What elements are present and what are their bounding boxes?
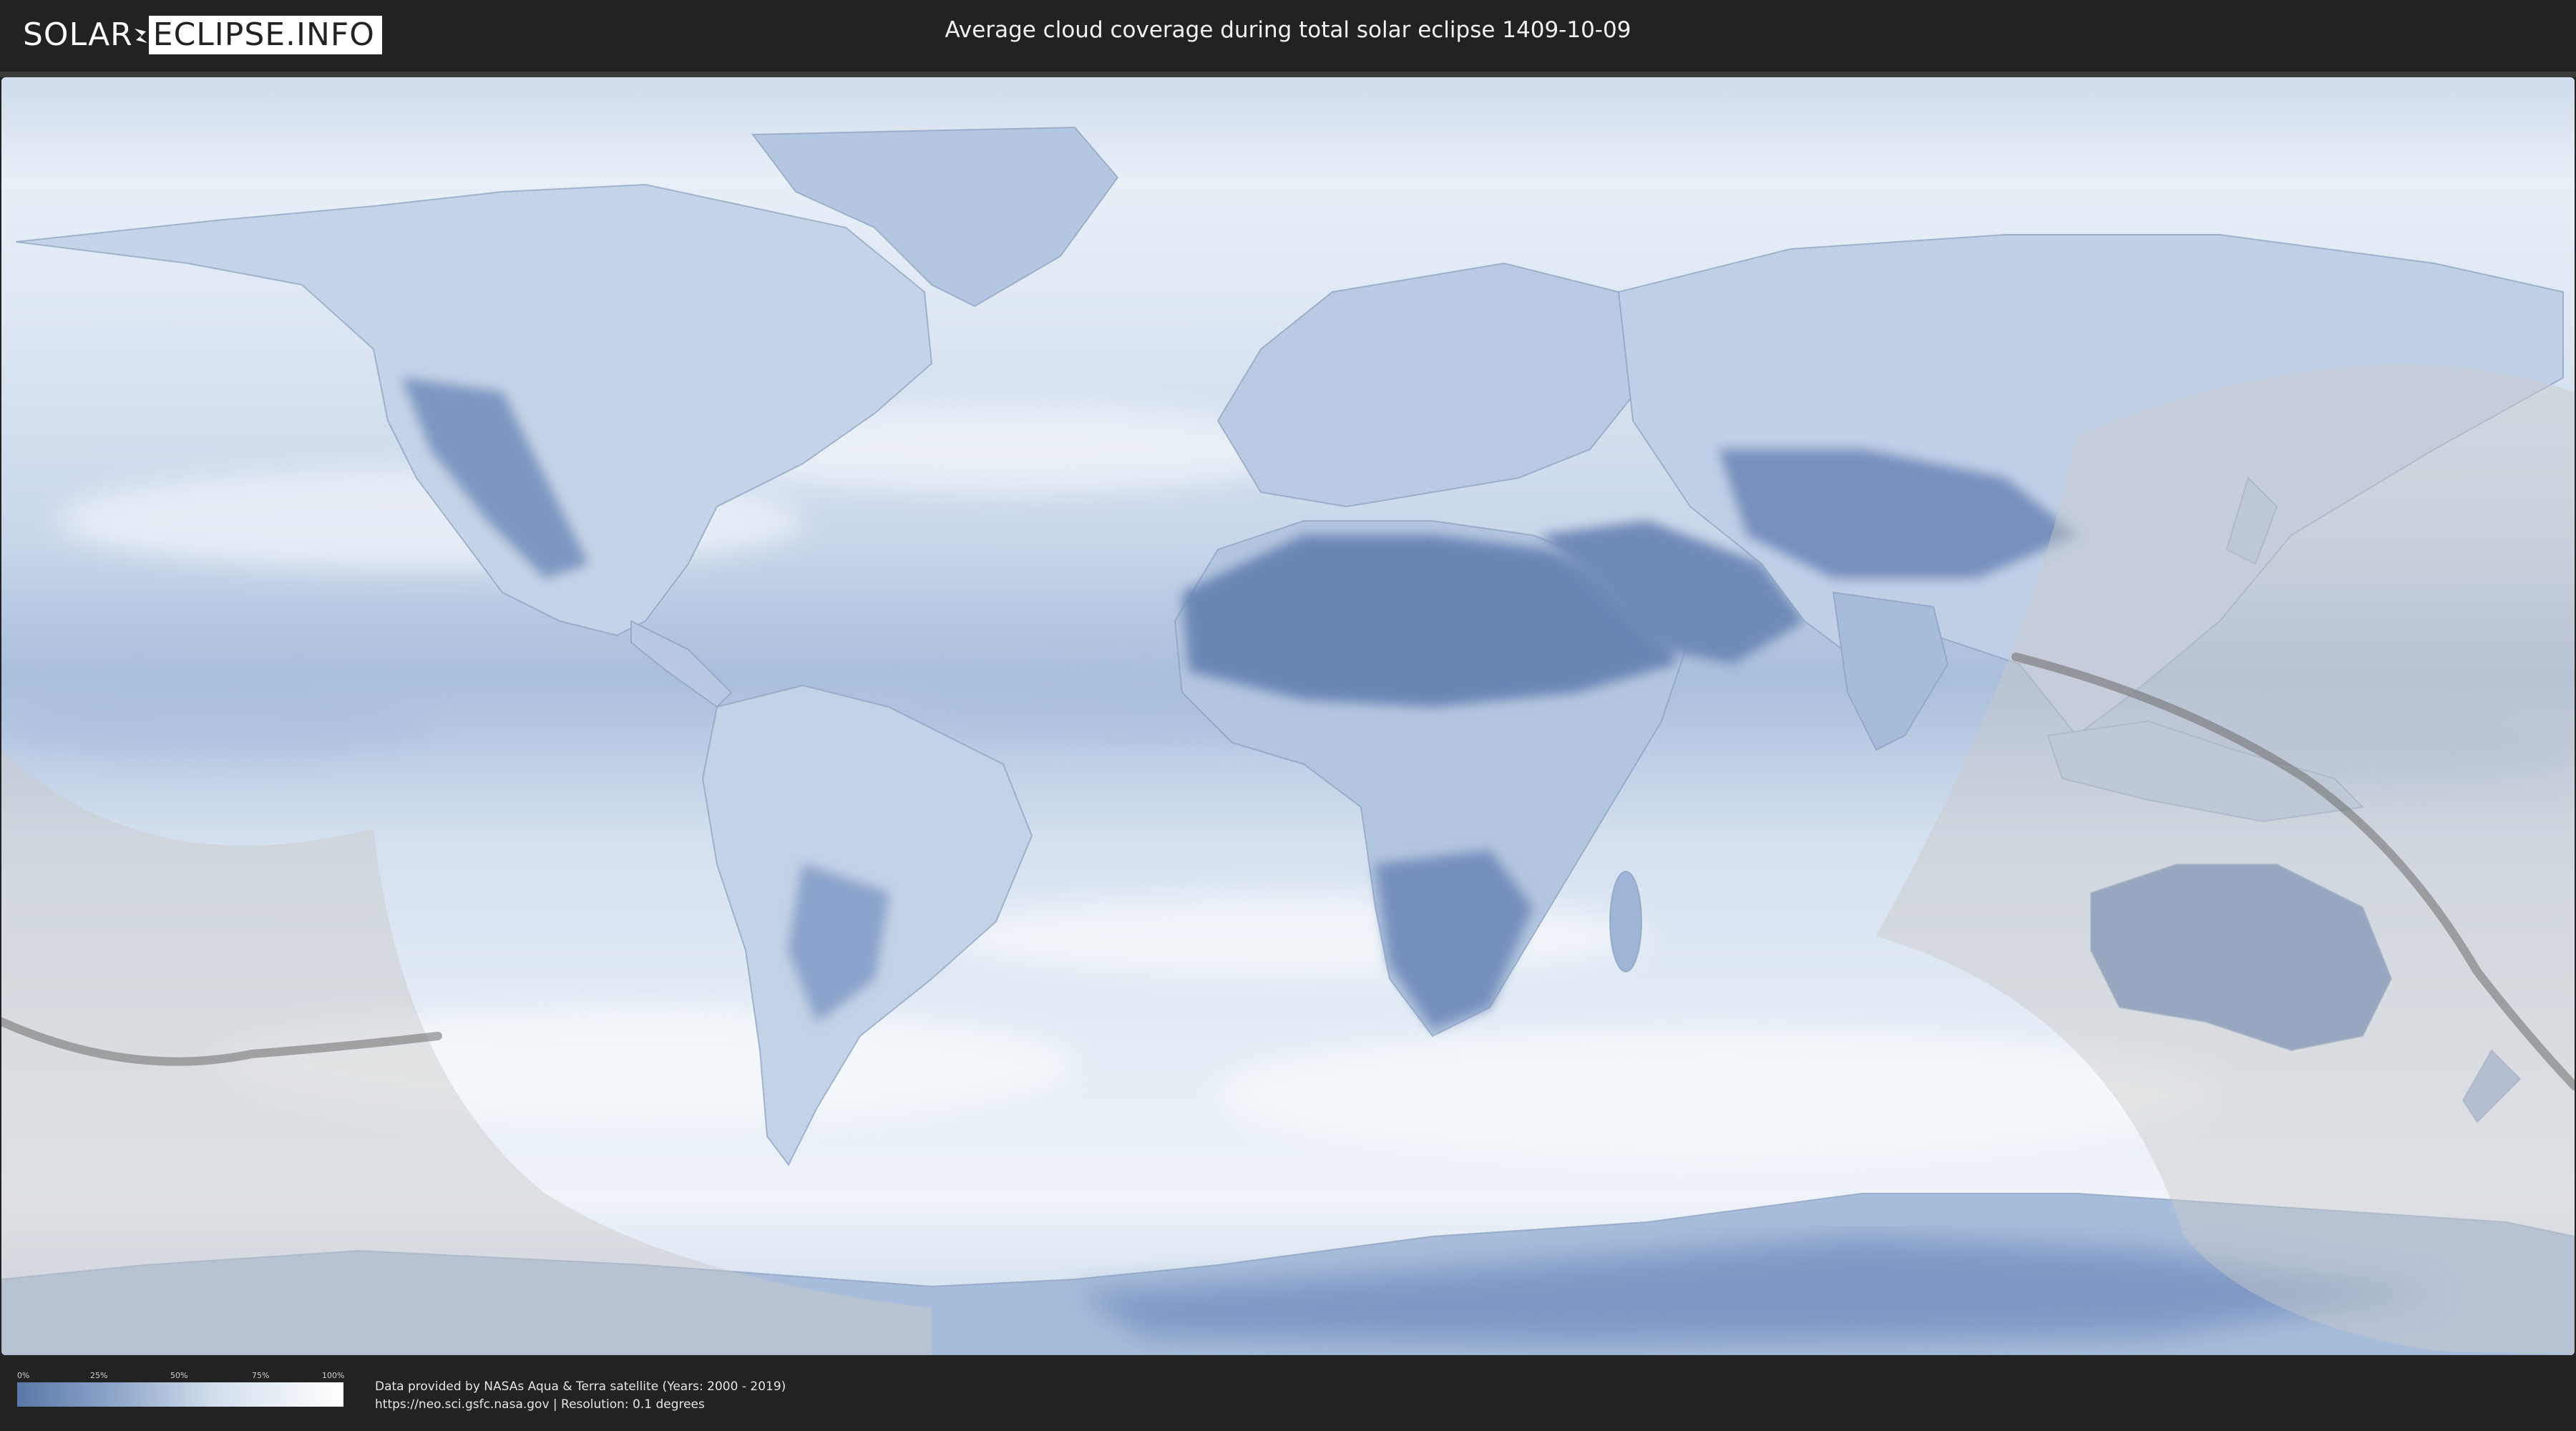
page-title: Average cloud coverage during total sola… xyxy=(945,17,1631,43)
legend-tick-50: 50% xyxy=(170,1371,188,1380)
cloud-coverage-map[interactable] xyxy=(1,77,2575,1355)
credits-link[interactable]: https://neo.sci.gsfc.nasa.gov | Resoluti… xyxy=(375,1396,786,1414)
world-map-svg xyxy=(1,77,2575,1355)
legend-ticks: 0% 25% 50% 75% 100% xyxy=(17,1371,345,1382)
legend-tick-75: 75% xyxy=(252,1371,270,1380)
legend-tick-25: 25% xyxy=(90,1371,108,1380)
header-bar: SOLAR ECLIPSE.INFO Average cloud coverag… xyxy=(0,0,2576,72)
header-divider xyxy=(0,72,2576,77)
legend-color-bar xyxy=(17,1382,343,1407)
data-credits: Data provided by NASAs Aqua & Terra sate… xyxy=(375,1378,786,1414)
madagascar xyxy=(1609,871,1642,972)
cloud-coverage-legend: 0% 25% 50% 75% 100% xyxy=(17,1371,345,1407)
legend-tick-100: 100% xyxy=(322,1371,345,1380)
legend-tick-0: 0% xyxy=(17,1371,30,1380)
credits-source: Data provided by NASAs Aqua & Terra sate… xyxy=(375,1379,786,1394)
